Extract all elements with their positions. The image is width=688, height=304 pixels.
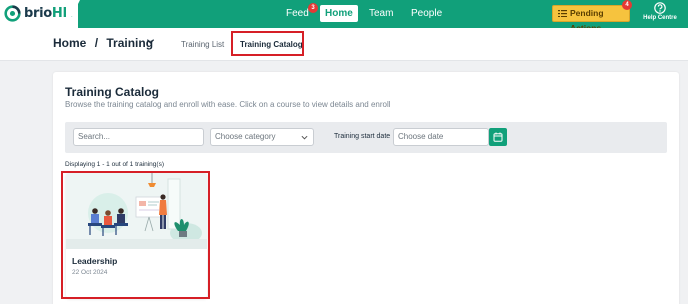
search-input[interactable]: Search... [73,128,204,146]
results-count: Displaying 1 - 1 out of 1 training(s) [65,161,164,168]
top-navbar: brioHR Feed 3 Home Team People Pending A… [0,0,688,33]
help-icon [654,2,666,14]
category-select[interactable]: Choose category [210,128,314,146]
help-centre-button[interactable]: Help Centre [642,2,678,26]
chevron-down-icon [301,135,308,140]
breadcrumb: Home / Training [53,36,153,50]
logo-text: brioHR [24,6,73,21]
nav-home[interactable]: Home [320,5,358,22]
date-filter-label: Training start date [334,133,391,140]
calendar-button[interactable] [489,128,507,146]
highlight-box-tab [231,31,304,56]
help-centre-label: Help Centre [643,15,677,21]
pending-count-badge: 4 [622,0,632,10]
filter-bar: Search... Choose category Training start… [65,122,667,153]
highlight-box-card [61,171,210,299]
breadcrumb-separator: / [94,36,99,50]
nav-people[interactable]: People [411,6,442,22]
logo-icon [4,5,21,22]
tab-training-list[interactable]: Training List [181,40,224,49]
nav-feed[interactable]: Feed [286,6,309,22]
chevron-down-icon[interactable] [146,37,155,46]
category-select-placeholder: Choose category [215,132,276,141]
breadcrumb-home[interactable]: Home [53,36,86,50]
nav-team[interactable]: Team [369,6,393,22]
page-title: Training Catalog [65,85,160,99]
page-description: Browse the training catalog and enroll w… [65,100,391,109]
list-icon [558,10,567,17]
date-input[interactable]: Choose date [393,128,489,146]
calendar-icon [493,132,503,142]
feed-count-badge: 3 [308,3,318,13]
pending-actions-button[interactable]: Pending Actions [552,5,630,33]
logo-divider [66,0,80,28]
page-subheader: Home / Training Training List Training C… [0,28,688,61]
